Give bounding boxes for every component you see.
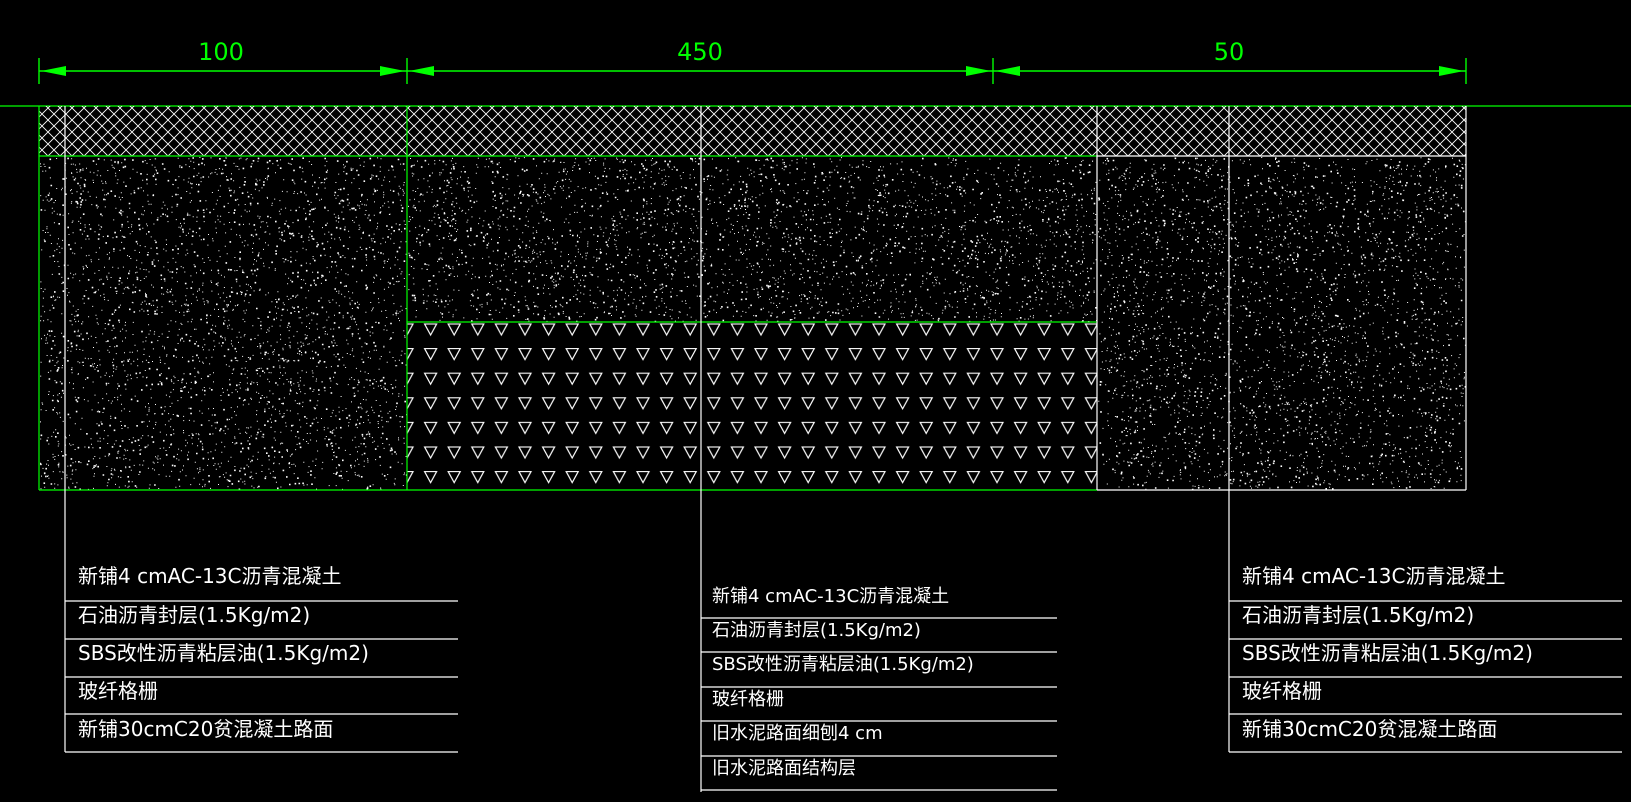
base-layer-left <box>39 156 407 490</box>
callout-left-line-1: 新铺4 cmAC-13C沥青混凝土 <box>78 564 342 588</box>
dimension-label-middle: 450 <box>677 38 723 66</box>
callout-left-line-3: SBS改性沥青粘层油(1.5Kg/m2) <box>78 641 369 665</box>
callout-right-line-5: 新铺30cmC20贫混凝土路面 <box>1242 717 1497 741</box>
callout-middle-line-2: 石油沥青封层(1.5Kg/m2) <box>712 620 921 641</box>
callout-middle-line-1: 新铺4 cmAC-13C沥青混凝土 <box>712 586 949 607</box>
callout-left-line-2: 石油沥青封层(1.5Kg/m2) <box>78 603 310 627</box>
callout-middle-line-4: 玻纤格栅 <box>712 689 784 710</box>
callout-left-line-5: 新铺30cmC20贫混凝土路面 <box>78 717 333 741</box>
callout-middle-line-5: 旧水泥路面细刨4 cm <box>712 723 883 744</box>
old-pavement-layer-triangles <box>407 322 1097 490</box>
dimension-label-left: 100 <box>198 38 244 66</box>
surface-layer-crosshatch <box>39 106 1466 156</box>
base-layer-middle <box>407 156 1097 322</box>
dimension-label-right: 50 <box>1214 38 1245 66</box>
base-layer-right <box>1097 156 1466 490</box>
callout-left-line-4: 玻纤格栅 <box>78 679 158 703</box>
pavement-cross-section-drawing: 100 450 50 新铺4 cmAC-13C沥青混凝土 石油沥青封层(1.5K… <box>0 0 1631 802</box>
callout-middle-line-6: 旧水泥路面结构层 <box>712 758 856 779</box>
callout-right-line-4: 玻纤格栅 <box>1242 679 1322 703</box>
callout-middle-line-3: SBS改性沥青粘层油(1.5Kg/m2) <box>712 654 974 675</box>
callout-right-line-2: 石油沥青封层(1.5Kg/m2) <box>1242 603 1474 627</box>
callout-right-line-1: 新铺4 cmAC-13C沥青混凝土 <box>1242 564 1506 588</box>
callout-right-line-3: SBS改性沥青粘层油(1.5Kg/m2) <box>1242 641 1533 665</box>
